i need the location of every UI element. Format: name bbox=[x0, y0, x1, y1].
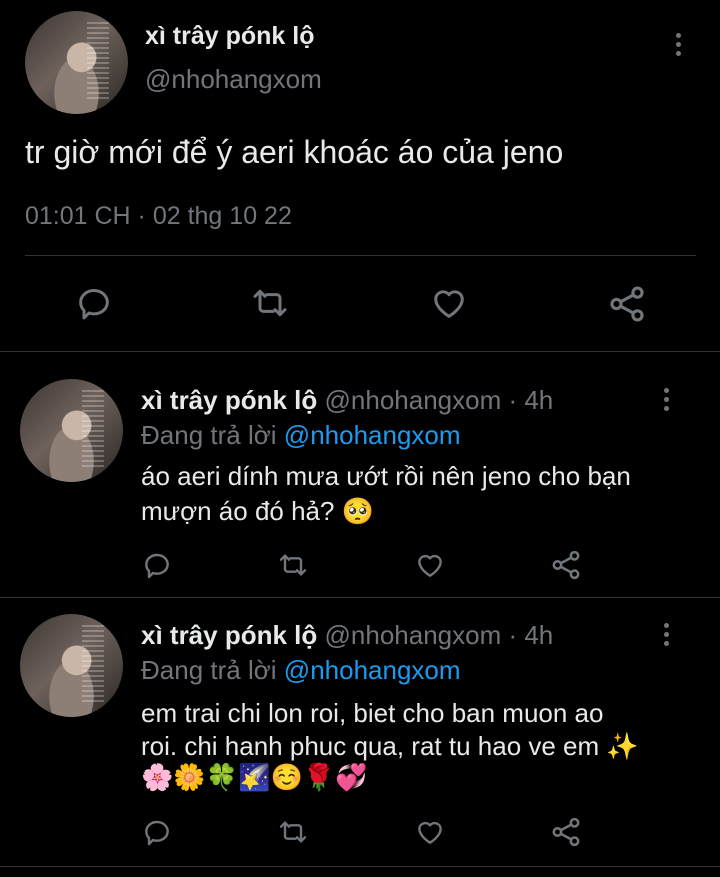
avatar[interactable] bbox=[20, 614, 123, 717]
divider bbox=[25, 255, 696, 256]
tweet-text-line: mượn áo đó hả? 🥺 bbox=[141, 496, 375, 526]
tweet-text-line: em trai chi lon roi, biet cho ban muon a… bbox=[141, 698, 604, 728]
avatar[interactable] bbox=[20, 379, 123, 482]
reply-icon[interactable] bbox=[141, 816, 173, 848]
share-icon[interactable] bbox=[606, 283, 648, 325]
tweet-time[interactable]: · 4h bbox=[508, 385, 553, 415]
tweet-text: tr giờ mới để ý aeri khoác áo của jeno bbox=[25, 134, 564, 170]
display-name[interactable]: xì trây pónk lộ bbox=[141, 385, 317, 415]
more-options-icon[interactable] bbox=[663, 623, 669, 646]
replying-to-label: Đang trả lời bbox=[141, 655, 277, 685]
retweet-icon[interactable] bbox=[249, 283, 291, 323]
display-name[interactable]: xì trây pónk lộ bbox=[141, 620, 317, 650]
replying-to: Đang trả lời @nhohangxom bbox=[141, 420, 461, 451]
replying-to-handle[interactable]: @nhohangxom bbox=[284, 655, 461, 685]
handle[interactable]: @nhohangxom bbox=[145, 64, 322, 95]
like-icon[interactable] bbox=[428, 283, 470, 323]
replying-to: Đang trả lời @nhohangxom bbox=[141, 655, 461, 686]
tweet-text-line: áo aeri dính mưa ướt rồi nên jeno cho bạ… bbox=[141, 461, 631, 491]
divider bbox=[0, 597, 720, 598]
share-icon[interactable] bbox=[549, 815, 583, 849]
more-options-icon[interactable] bbox=[675, 33, 681, 56]
tweet-text-line: roi. chi hanh phuc qua, rat tu hao ve em… bbox=[141, 731, 639, 761]
retweet-icon[interactable] bbox=[276, 549, 310, 581]
tweet-emoji-line: 🌸🌼🍀🌠☺️🌹💞 bbox=[141, 762, 368, 792]
tweet-timestamp[interactable]: 01:01 CH · 02 thg 10 22 bbox=[25, 202, 292, 231]
handle[interactable]: @nhohangxom bbox=[325, 385, 502, 415]
avatar[interactable] bbox=[25, 11, 128, 114]
divider bbox=[0, 351, 720, 352]
divider bbox=[0, 866, 720, 867]
retweet-icon[interactable] bbox=[276, 816, 310, 848]
reply-header: xì trây pónk lộ @nhohangxom · 4h bbox=[141, 385, 553, 416]
like-icon[interactable] bbox=[413, 549, 447, 581]
replying-to-handle[interactable]: @nhohangxom bbox=[284, 420, 461, 450]
replying-to-label: Đang trả lời bbox=[141, 420, 277, 450]
reply-icon[interactable] bbox=[74, 283, 114, 323]
reply-icon[interactable] bbox=[141, 549, 173, 581]
display-name[interactable]: xì trây pónk lộ bbox=[145, 22, 314, 51]
tweet-time[interactable]: · 4h bbox=[508, 620, 553, 650]
like-icon[interactable] bbox=[413, 816, 447, 848]
share-icon[interactable] bbox=[549, 548, 583, 582]
more-options-icon[interactable] bbox=[663, 388, 669, 411]
reply-header: xì trây pónk lộ @nhohangxom · 4h bbox=[141, 620, 553, 651]
handle[interactable]: @nhohangxom bbox=[325, 620, 502, 650]
